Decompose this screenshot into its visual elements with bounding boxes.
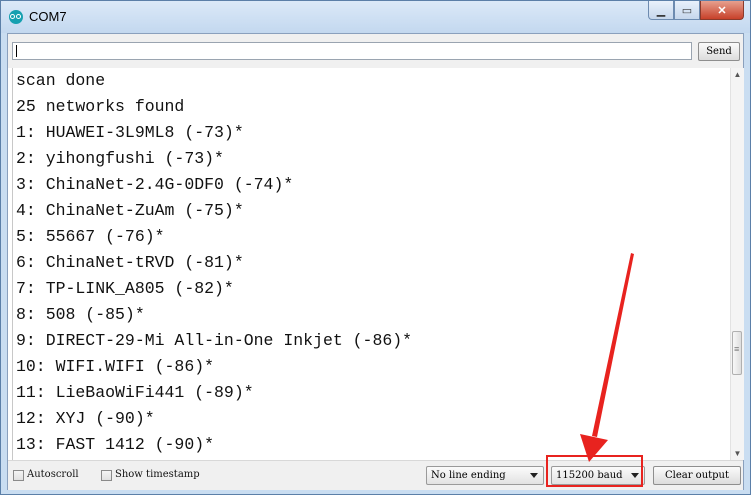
- annotation-arrow-icon: [580, 253, 634, 462]
